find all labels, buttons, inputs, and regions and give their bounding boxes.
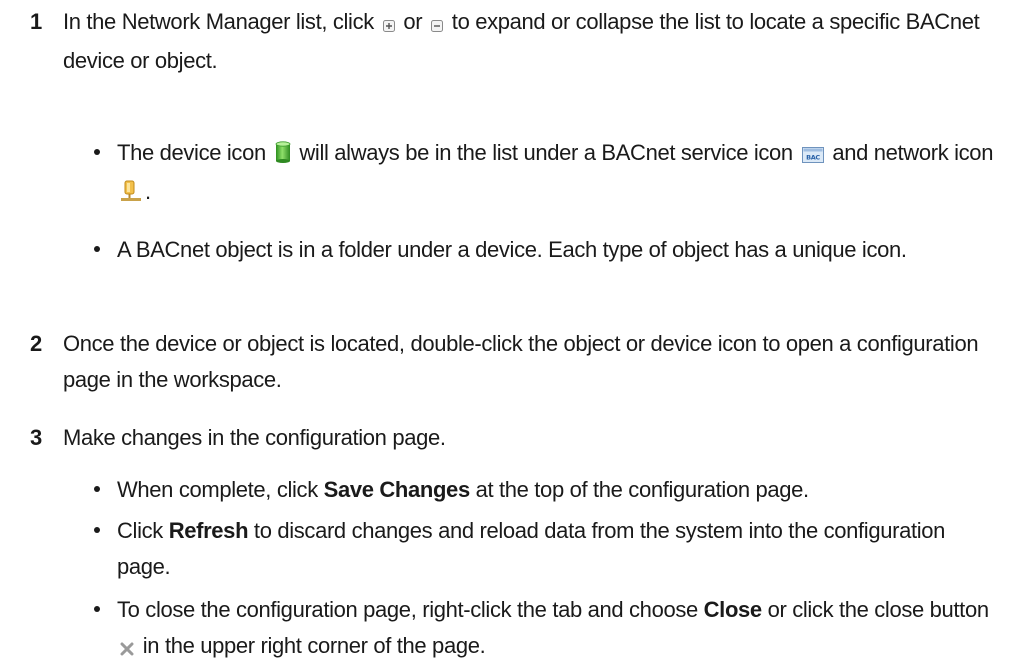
device-cylinder-icon	[275, 138, 291, 174]
text-segment: in the upper right corner of the page.	[137, 633, 486, 658]
bullet-text: Click Refresh to discard changes and rel…	[117, 513, 997, 585]
step-number: 3	[30, 425, 43, 450]
close-x-icon	[120, 631, 134, 667]
bullet-dot	[94, 486, 100, 492]
ui-term-save-changes: Save Changes	[323, 477, 471, 502]
network-pin-icon	[120, 177, 142, 213]
text-segment: at the top of the configuration page.	[469, 477, 810, 502]
svg-text:BAC: BAC	[806, 154, 820, 162]
expand-plus-icon	[382, 7, 395, 43]
text-segment: or click the close button	[761, 597, 990, 622]
bullet-dot	[94, 246, 100, 252]
text-segment: will always be in the list under a BACne…	[293, 140, 799, 165]
bullet-text: A BACnet object is in a folder under a d…	[117, 237, 907, 262]
ui-term-close: Close	[703, 597, 763, 622]
step-text: Make changes in the configuration page.	[63, 425, 446, 450]
bullet-dot	[94, 527, 100, 533]
collapse-minus-icon	[431, 7, 444, 43]
text-segment: .	[145, 179, 151, 204]
text-segment: To close the configuration page, right-c…	[117, 597, 704, 622]
bullet-text: The device icon will always be in the li…	[117, 135, 997, 213]
step-text: Once the device or object is located, do…	[63, 331, 979, 392]
text-segment: When complete, click	[117, 477, 324, 502]
text-segment: In the Network Manager list, click	[63, 9, 380, 34]
text-segment: The device icon	[117, 140, 272, 165]
step-number: 1	[30, 9, 43, 34]
ui-term-refresh: Refresh	[168, 518, 249, 543]
bullet-dot	[94, 606, 100, 612]
step-number: 2	[30, 331, 43, 356]
text-segment: Click	[117, 518, 169, 543]
text-segment: and network icon	[826, 140, 994, 165]
bac-service-icon: BAC	[801, 138, 824, 174]
text-segment: or	[397, 9, 429, 34]
bullet-dot	[94, 149, 100, 155]
bullet-text: When complete, click Save Changes at the…	[117, 472, 997, 508]
bullet-text: To close the configuration page, right-c…	[117, 592, 997, 667]
step-text: In the Network Manager list, click or to…	[63, 4, 993, 79]
